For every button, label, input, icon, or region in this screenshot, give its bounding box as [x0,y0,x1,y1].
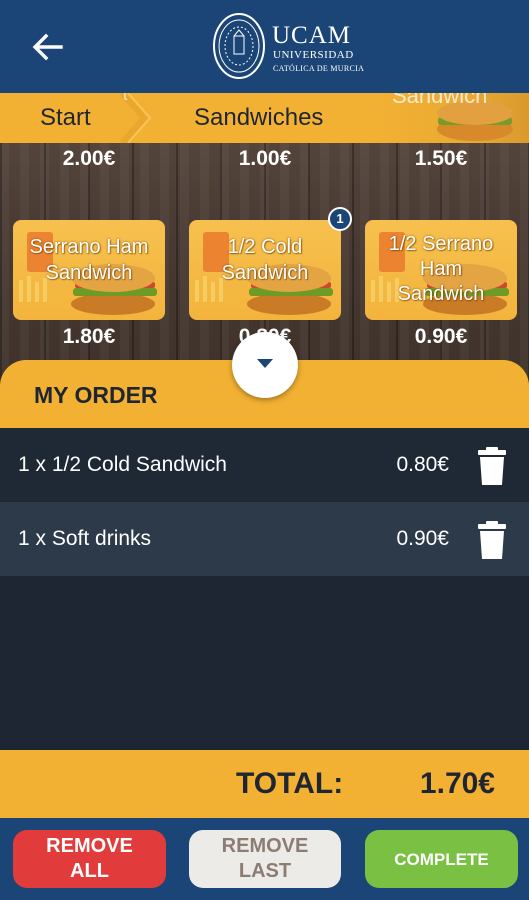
order-title: MY ORDER [34,382,158,408]
chevron-down-icon [257,359,273,368]
product-name-line: 1/2 Cold [227,236,303,258]
product-name-line: Serrano Ham [29,236,149,258]
remove-all-label: REMOVE ALL [46,835,133,882]
total-bar: TOTAL: 1.70€ [0,750,529,818]
order-item-label: 1 x Soft drinks [18,527,152,550]
breadcrumb: Start 't Sandwiches Sandwich [0,93,529,143]
order-item-amount: 0.90€ [396,527,449,550]
breadcrumb-start[interactable]: Start [40,104,91,132]
complete-button[interactable]: COMPLETE [365,830,518,888]
price-label: 2.00€ [62,147,116,170]
trash-icon[interactable] [476,520,508,560]
price-label: 1.80€ [62,325,116,348]
product-card-half-serrano-ham-sandwich[interactable]: 1/2 Serrano Ham Sandwich [365,220,517,320]
order-row: 1 x Soft drinks 0.90€ [0,502,529,576]
remove-last-button[interactable]: REMOVE LAST [189,830,341,888]
total-label: TOTAL: [236,767,344,800]
complete-label: COMPLETE [394,849,489,869]
product-name-line: 1/2 Serrano [388,233,494,255]
product-name-line: Sandwich [221,262,309,284]
quantity-badge: 1 [328,207,352,231]
logo-title: UCAM [272,22,352,49]
order-item-amount: 0.80€ [396,453,449,476]
collapse-toggle-button[interactable] [232,332,298,398]
trash-icon[interactable] [476,446,508,486]
order-item-label: 1 x 1/2 Cold Sandwich [18,453,227,476]
product-card-serrano-ham-sandwich[interactable]: Serrano Ham Sandwich [13,220,165,320]
app-header: UCAM UNIVERSIDAD CATÓLICA DE MURCIA [0,0,529,93]
university-seal-icon [213,13,265,79]
total-value: 1.70€ [419,767,495,800]
arrow-left-icon[interactable] [30,30,64,64]
product-name-line: Ham [419,258,463,280]
breadcrumb-sandwiches[interactable]: Sandwiches [194,104,323,132]
product-name: Serrano Ham Sandwich [13,234,165,286]
order-row: 1 x 1/2 Cold Sandwich 0.80€ [0,428,529,502]
remove-last-label: REMOVE LAST [221,835,309,882]
remove-all-button[interactable]: REMOVE ALL [13,830,166,888]
price-label: 1.50€ [414,147,468,170]
product-name: 1/2 Cold Sandwich [189,234,341,286]
logo-subtitle: UNIVERSIDAD [273,49,354,61]
product-name-line: Sandwich [397,283,485,305]
breadcrumb-overflow-text: Sandwich [392,93,488,108]
action-footer: REMOVE ALL REMOVE LAST COMPLETE [0,818,529,900]
ucam-logo: UCAM UNIVERSIDAD CATÓLICA DE MURCIA [212,12,372,82]
product-card-half-cold-sandwich[interactable]: 1/2 Cold Sandwich [189,220,341,320]
logo-tagline: CATÓLICA DE MURCIA [273,64,365,73]
crumb-mark: 't [120,93,128,104]
product-name: 1/2 Serrano Ham Sandwich [365,232,517,307]
product-name-line: Sandwich [45,262,133,284]
price-label: 1.00€ [238,147,292,170]
price-label: 0.90€ [414,325,468,348]
